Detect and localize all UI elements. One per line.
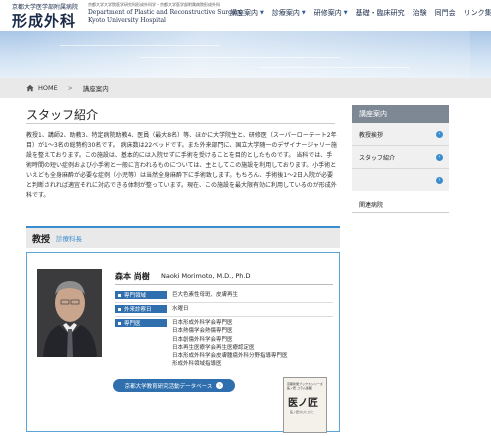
- home-icon: [26, 84, 34, 92]
- square-bullet-icon: [118, 321, 121, 325]
- hero-banner: [0, 31, 491, 78]
- logo-subtitle: 京都大学大学院医学研究科形成外科学・京都大学医学部附属病院形成外科: [88, 2, 220, 7]
- main-nav: 講座案内 ▼ 診療案内 ▼ 研修案内 ▼ 基礎・臨床研究 治験 同門会 リンク集: [226, 8, 491, 18]
- certification-item: 日本形成外科学会皮膚腫瘍外科分野指導専門医: [172, 353, 288, 360]
- staff-name-en: Naoki Morimoto, M.D., Ph.D: [161, 272, 251, 280]
- certification-item: 日本形成外科学会専門医: [172, 320, 233, 326]
- logo-department-name[interactable]: 形成外科: [12, 10, 76, 31]
- chevron-right-icon: ›: [436, 176, 443, 184]
- sidebar-item-greeting[interactable]: 教授挨拶 ›: [352, 123, 449, 145]
- nav-item-clinical[interactable]: 診療案内 ▼: [268, 8, 310, 18]
- nav-label: 治験: [412, 9, 427, 17]
- sidebar-item-label: 教授挨拶: [359, 131, 384, 139]
- logo-english-line1: Department of Plastic and Reconstructive…: [88, 9, 243, 16]
- chevron-right-icon: ›: [436, 153, 443, 161]
- section-subtitle: 診療科長: [56, 235, 83, 243]
- sidebar-heading: 講座案内: [352, 105, 449, 123]
- square-bullet-icon: [118, 307, 121, 311]
- row-value: 日本形成外科学会専門医 日本熱傷学会熱傷専門医 日本創傷外科学会専門医 日本再生…: [172, 319, 288, 369]
- nav-label: 診療案内: [271, 9, 300, 17]
- book-subtitle: 医ノ匠のひとびと: [290, 410, 314, 414]
- nav-item-links[interactable]: リンク集: [460, 8, 491, 18]
- row-value: 水曜日: [172, 306, 189, 312]
- staff-name-jp: 森本 尚樹: [115, 272, 150, 281]
- sidebar-item-label: スタッフ紹介: [359, 154, 396, 162]
- certification-item: 日本再生医療学会再生医療認定医: [172, 344, 255, 351]
- nav-label: リンク集: [463, 9, 491, 17]
- chevron-down-icon: ▼: [260, 10, 264, 16]
- row-divider: [115, 316, 333, 317]
- chevron-right-icon: ›: [436, 130, 443, 138]
- certification-item: 日本熱傷学会熱傷専門医: [172, 328, 233, 335]
- sidebar-item-staff[interactable]: スタッフ紹介 ›: [352, 146, 449, 168]
- section-title: 教授: [32, 234, 51, 245]
- certification-item: 日本創傷外科学会専門医: [172, 336, 233, 343]
- staff-profile-card: 森本 尚樹 Naoki Morimoto, M.D., Ph.D 専門領域 巨大…: [26, 252, 340, 433]
- nav-item-training[interactable]: 研修案内 ▼: [310, 8, 352, 18]
- breadcrumb: HOME > 講座案内: [0, 78, 491, 98]
- book-series: 京都新聞ブックスシリーズ 医ノ匠 コラム連載: [287, 382, 323, 390]
- nav-item-alumni[interactable]: 同門会: [431, 8, 460, 18]
- logo-english: Department of Plastic and Reconstructive…: [88, 9, 243, 25]
- page-title: スタッフ紹介: [26, 108, 99, 122]
- section-header: 教授 診療科長: [26, 226, 340, 248]
- certification-item: 形成外科領域指導医: [172, 361, 222, 368]
- row-divider: [115, 302, 333, 303]
- hero-overlay: [20, 31, 470, 78]
- hero-decoration: [140, 57, 340, 58]
- row-value: 巨大色素性母斑、皮膚再生: [172, 292, 239, 298]
- breadcrumb-home-label: HOME: [38, 84, 58, 92]
- square-bullet-icon: [118, 293, 121, 297]
- name-divider: [115, 284, 333, 285]
- book-banner[interactable]: 京都新聞ブックスシリーズ 医ノ匠 コラム連載 医ノ匠 医ノ匠のひとびと: [283, 377, 327, 433]
- row-label: 専門領域: [115, 291, 167, 299]
- sidebar-divider: [352, 212, 449, 213]
- nav-item-about[interactable]: 講座案内 ▼: [226, 8, 268, 18]
- nav-label: 基礎・臨床研究: [355, 9, 405, 17]
- sidebar-item-extra[interactable]: ›: [352, 169, 449, 191]
- nav-item-research[interactable]: 基礎・臨床研究: [352, 8, 409, 18]
- chevron-down-icon: ▼: [301, 10, 306, 16]
- nav-label: 研修案内: [313, 9, 342, 17]
- chevron-down-icon: ▼: [343, 10, 348, 16]
- intro-text: 教授1、講師2、助教3、特定病院助教4、医員（最大8名）等、ほかに大学院生と、研…: [26, 132, 337, 199]
- book-title: 医ノ匠: [288, 398, 318, 409]
- row-label: 専門医: [115, 319, 167, 327]
- staff-photo: [37, 269, 102, 357]
- breadcrumb-current: 講座案内: [82, 85, 109, 93]
- sidebar-related-hospitals[interactable]: 関連病院: [359, 200, 383, 209]
- row-label: 外来診察日: [115, 305, 167, 313]
- breadcrumb-home[interactable]: HOME: [26, 84, 58, 92]
- research-database-button[interactable]: 京都大学教育研究活動データベース ›: [113, 379, 235, 392]
- nav-label: 同門会: [434, 9, 456, 17]
- chevron-right-icon: >: [67, 84, 73, 92]
- hero-decoration: [60, 45, 220, 46]
- nav-item-trials[interactable]: 治験: [409, 8, 431, 18]
- button-label: 京都大学教育研究活動データベース: [124, 383, 213, 390]
- nav-label: 講座案内: [230, 9, 258, 17]
- logo-english-line2: Kyoto University Hospital: [88, 17, 166, 24]
- hero-decoration: [260, 67, 410, 68]
- portrait-image: [37, 269, 102, 357]
- arrow-right-icon: ›: [216, 382, 224, 389]
- sidebar-menu: 教授挨拶 › スタッフ紹介 › ›: [352, 123, 449, 191]
- site-header: 京都大学医学部附属病院 形成外科 京都大学大学院医学研究科形成外科学・京都大学医…: [0, 0, 491, 31]
- title-divider: [26, 123, 335, 124]
